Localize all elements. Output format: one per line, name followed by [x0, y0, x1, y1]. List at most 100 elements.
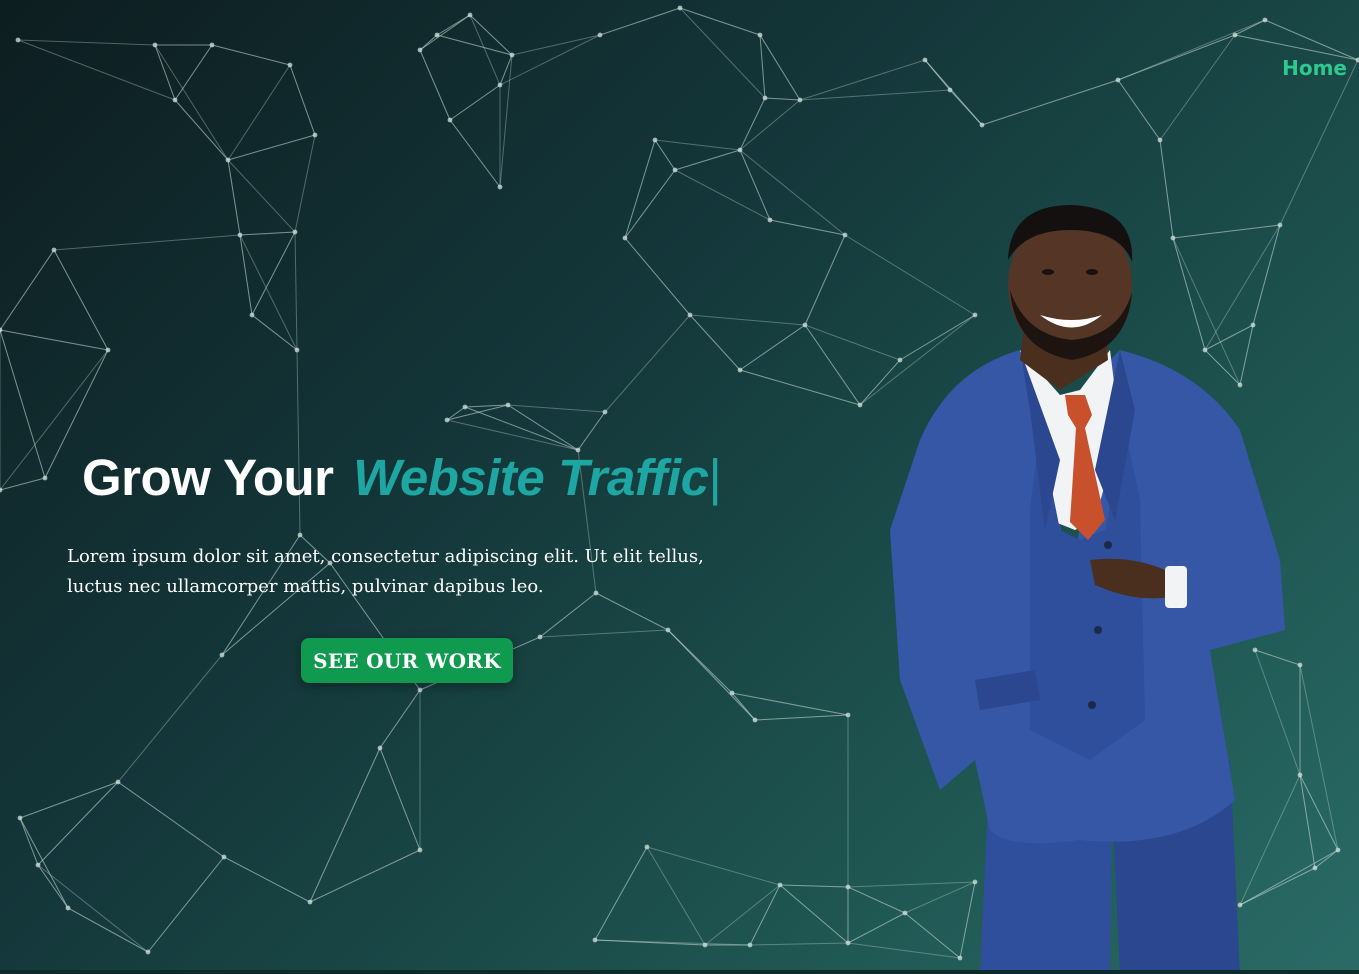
network-line [19, 781, 119, 819]
network-line [469, 14, 501, 86]
network-node [292, 229, 298, 235]
network-node [1157, 137, 1163, 143]
network-line [0, 477, 46, 491]
network-line [739, 149, 771, 221]
network-node [777, 882, 783, 888]
network-line [674, 149, 741, 171]
network-node [644, 844, 650, 850]
network-line [507, 404, 606, 413]
network-line [779, 884, 849, 944]
network-line [436, 34, 513, 56]
network-line [251, 314, 298, 351]
network-node [1312, 865, 1318, 871]
network-node [287, 62, 293, 68]
network-node [172, 97, 178, 103]
network-node [65, 905, 71, 911]
network-line [804, 234, 846, 326]
network-node [0, 327, 3, 333]
network-line [53, 249, 109, 351]
network-node [845, 712, 851, 718]
network-node [145, 949, 151, 955]
network-node [497, 184, 503, 190]
network-line [67, 907, 149, 953]
network-line [739, 369, 861, 406]
network-line [679, 7, 761, 36]
network-node [752, 717, 758, 723]
network-node [237, 232, 243, 238]
network-node [417, 847, 423, 853]
network-node [115, 779, 121, 785]
network-line [749, 942, 849, 946]
network-line [731, 692, 849, 716]
network-line [419, 14, 471, 51]
network-line [227, 134, 316, 161]
network-line [624, 139, 656, 239]
network-node [15, 37, 21, 43]
network-line [577, 411, 606, 451]
network-line [289, 64, 316, 136]
network-line [1264, 19, 1359, 61]
network-line [174, 99, 229, 161]
network-node [602, 409, 608, 415]
nav-home-link[interactable]: Home [1282, 56, 1347, 80]
network-line [646, 846, 781, 886]
network-line [646, 846, 706, 946]
network-node [767, 217, 773, 223]
network-line [1117, 19, 1266, 81]
network-line [117, 654, 223, 783]
network-node [762, 95, 768, 101]
network-node [677, 5, 683, 11]
network-node [17, 815, 23, 821]
network-line [419, 49, 451, 121]
network-line [739, 99, 801, 151]
network-line [769, 219, 846, 236]
network-line [17, 39, 156, 46]
network-line [594, 939, 751, 946]
network-node [505, 402, 511, 408]
see-our-work-button[interactable]: SEE OUR WORK [301, 638, 513, 683]
network-line [0, 249, 55, 331]
network-node [219, 652, 225, 658]
network-node [297, 532, 303, 538]
network-line [1299, 664, 1339, 851]
network-line [294, 231, 298, 351]
bottom-divider [0, 970, 1359, 974]
network-line [804, 324, 861, 406]
network-line [759, 34, 801, 101]
network-line [624, 169, 676, 239]
network-node [1115, 77, 1121, 83]
network-node [672, 167, 678, 173]
network-line [17, 39, 176, 101]
network-node [687, 312, 693, 318]
network-node [947, 87, 953, 93]
network-node [622, 235, 628, 241]
network-node [447, 117, 453, 123]
network-node [845, 940, 851, 946]
network-line [739, 97, 766, 151]
network-node [1355, 57, 1359, 63]
network-node [35, 862, 41, 868]
network-line [624, 237, 691, 316]
network-line [239, 231, 296, 236]
network-node [307, 899, 313, 905]
network-node [1335, 847, 1341, 853]
network-node [462, 404, 468, 410]
network-node [597, 32, 603, 38]
network-node [221, 854, 227, 860]
network-node [417, 47, 423, 53]
network-line [499, 54, 513, 188]
network-line [511, 34, 601, 56]
network-line [654, 139, 676, 171]
network-line [154, 44, 229, 161]
network-node [842, 232, 848, 238]
network-node [42, 475, 48, 481]
network-line [799, 59, 926, 101]
network-line [19, 817, 39, 866]
network-line [689, 314, 806, 326]
network-line [379, 747, 421, 851]
network-node [652, 137, 658, 143]
network-line [739, 149, 846, 236]
network-line [309, 747, 381, 903]
network-line [799, 89, 951, 101]
network-line [211, 44, 291, 66]
